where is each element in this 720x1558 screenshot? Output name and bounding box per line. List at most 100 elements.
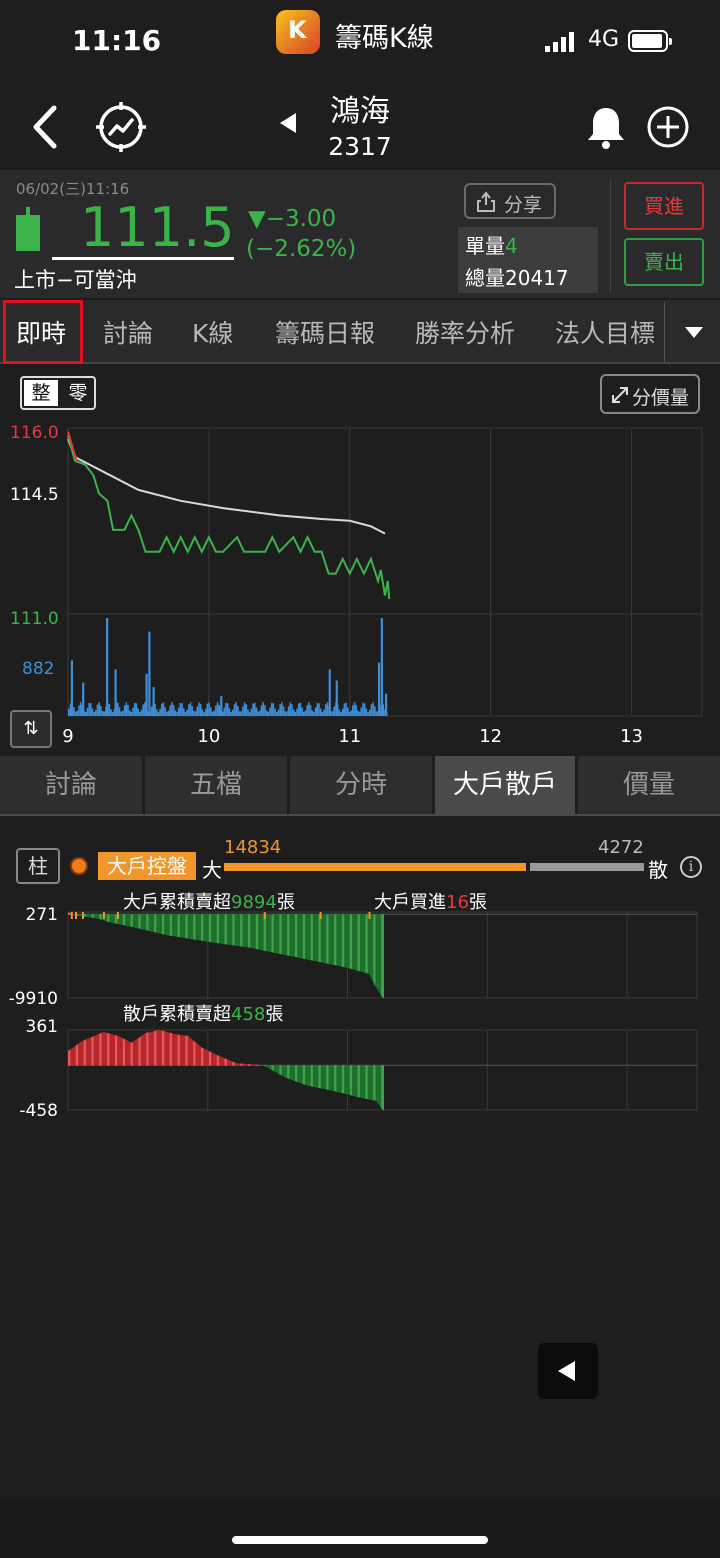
price-volume-label: 分價量 xyxy=(632,387,690,409)
volume-bar xyxy=(350,710,352,716)
volume-bar xyxy=(296,708,298,716)
negative-bar xyxy=(382,1065,385,1111)
volume-bar xyxy=(260,705,263,716)
total-volume-label: 總量 xyxy=(465,266,505,290)
volume-bar xyxy=(375,711,378,716)
volume-bar xyxy=(297,703,300,716)
volume-bar xyxy=(299,702,302,716)
subtab-divider xyxy=(0,814,720,816)
tab-more-dropdown[interactable] xyxy=(664,302,720,362)
tab-institutional-target[interactable]: 法人目標 xyxy=(555,314,663,350)
sell-button[interactable]: 賣出 xyxy=(624,238,704,286)
volume-bar xyxy=(338,709,341,716)
lot-toggle[interactable]: 整 零 xyxy=(20,376,96,410)
quote-divider xyxy=(610,178,611,293)
add-icon[interactable] xyxy=(646,105,690,149)
volume-bar xyxy=(78,705,80,716)
tab-chip-daily[interactable]: 籌碼日報 xyxy=(275,314,375,350)
column-toggle-button[interactable]: 柱 xyxy=(16,848,60,884)
volume-bar xyxy=(86,707,89,716)
y-tick-label: 361 xyxy=(26,1017,58,1037)
odd-lot-option[interactable]: 零 xyxy=(62,380,94,406)
price-underline xyxy=(52,257,234,260)
volume-bar xyxy=(237,706,239,716)
app-icon-letter: K xyxy=(288,16,307,44)
volume-bar xyxy=(374,706,376,716)
volume-bar xyxy=(171,702,173,716)
volume-bar xyxy=(142,704,144,716)
price-volume-button[interactable]: 分價量 xyxy=(600,374,700,414)
volume-bar xyxy=(321,712,324,716)
volume-bar xyxy=(233,704,236,716)
volume-bar xyxy=(204,708,207,716)
control-badge: 大戶控盤 xyxy=(98,852,196,880)
big-small-chart: 271 -9910 361 -458 xyxy=(9,905,698,1120)
volume-bar xyxy=(128,710,131,716)
volume-bar xyxy=(291,704,293,716)
app-title: 籌碼K線 xyxy=(335,23,434,54)
small-holder-value: 4272 xyxy=(598,837,644,858)
swap-button[interactable]: ⇅ xyxy=(10,710,52,748)
volume-bar xyxy=(284,711,287,716)
big-buy-mark xyxy=(70,912,73,919)
subtab-time-sales[interactable]: 分時 xyxy=(290,756,432,814)
subtab-price-volume[interactable]: 價量 xyxy=(578,756,720,814)
volume-bar xyxy=(118,707,121,716)
tab-kline[interactable]: K線 xyxy=(192,314,233,350)
volume-bar xyxy=(89,703,92,716)
price: 111.5 xyxy=(80,196,235,259)
small-holder-bar xyxy=(530,863,644,871)
volume-bar xyxy=(144,702,146,716)
volume-bar xyxy=(140,709,143,716)
info-icon[interactable]: i xyxy=(680,856,702,878)
share-label: 分享 xyxy=(504,194,543,216)
volume-bar xyxy=(316,702,319,716)
whole-lot-option[interactable]: 整 xyxy=(24,380,58,406)
volume-bar xyxy=(341,708,344,716)
volume-bar xyxy=(343,703,346,716)
volume-bar xyxy=(287,706,290,716)
buy-button[interactable]: 買進 xyxy=(624,182,704,230)
subtab-five-levels[interactable]: 五檔 xyxy=(145,756,287,814)
volume-bar xyxy=(311,710,314,716)
volume-bar xyxy=(123,705,126,716)
swap-icon: ⇅ xyxy=(23,718,39,739)
volume-bar xyxy=(211,711,214,716)
big-buy-mark xyxy=(74,912,77,919)
volume-bar xyxy=(73,707,75,716)
volume-bar xyxy=(286,711,288,716)
volume-bar xyxy=(357,710,359,716)
volume-bar xyxy=(255,707,258,716)
volume-bar xyxy=(103,711,106,716)
market-label: 上市−可當沖 xyxy=(14,268,137,292)
volume-bar xyxy=(363,703,366,716)
volume-bar xyxy=(318,703,320,716)
volume-bar xyxy=(252,703,254,716)
price-change: ▼−3.00 xyxy=(248,206,337,232)
big-buy-mark xyxy=(263,912,266,919)
share-button[interactable]: 分享 xyxy=(464,183,556,219)
y-tick-label: 271 xyxy=(26,905,58,925)
volume-bar xyxy=(228,708,231,716)
collapse-back-button[interactable] xyxy=(538,1343,598,1399)
volume-bar xyxy=(189,702,192,716)
negative-bar xyxy=(382,914,385,999)
volume-bar xyxy=(331,711,334,716)
volume-bar xyxy=(360,707,363,716)
volume-bar xyxy=(275,712,278,716)
volume-bar xyxy=(370,704,373,716)
bell-icon[interactable] xyxy=(584,104,628,150)
tab-win-rate[interactable]: 勝率分析 xyxy=(415,314,515,350)
volume-label: 882 xyxy=(22,659,54,679)
volume-bar xyxy=(213,710,215,716)
volume-bar xyxy=(125,702,128,716)
y-tick-label: -9910 xyxy=(9,989,58,1009)
subtab-discussion[interactable]: 討論 xyxy=(0,756,142,814)
tab-discussion[interactable]: 討論 xyxy=(103,314,153,350)
volume-bar xyxy=(218,705,221,716)
x-tick-label: 10 xyxy=(197,726,220,747)
subtab-big-small[interactable]: 大戶散戶 xyxy=(435,756,575,814)
volume-bar xyxy=(358,711,361,716)
volume-spike xyxy=(145,673,148,716)
home-indicator[interactable] xyxy=(232,1536,488,1544)
